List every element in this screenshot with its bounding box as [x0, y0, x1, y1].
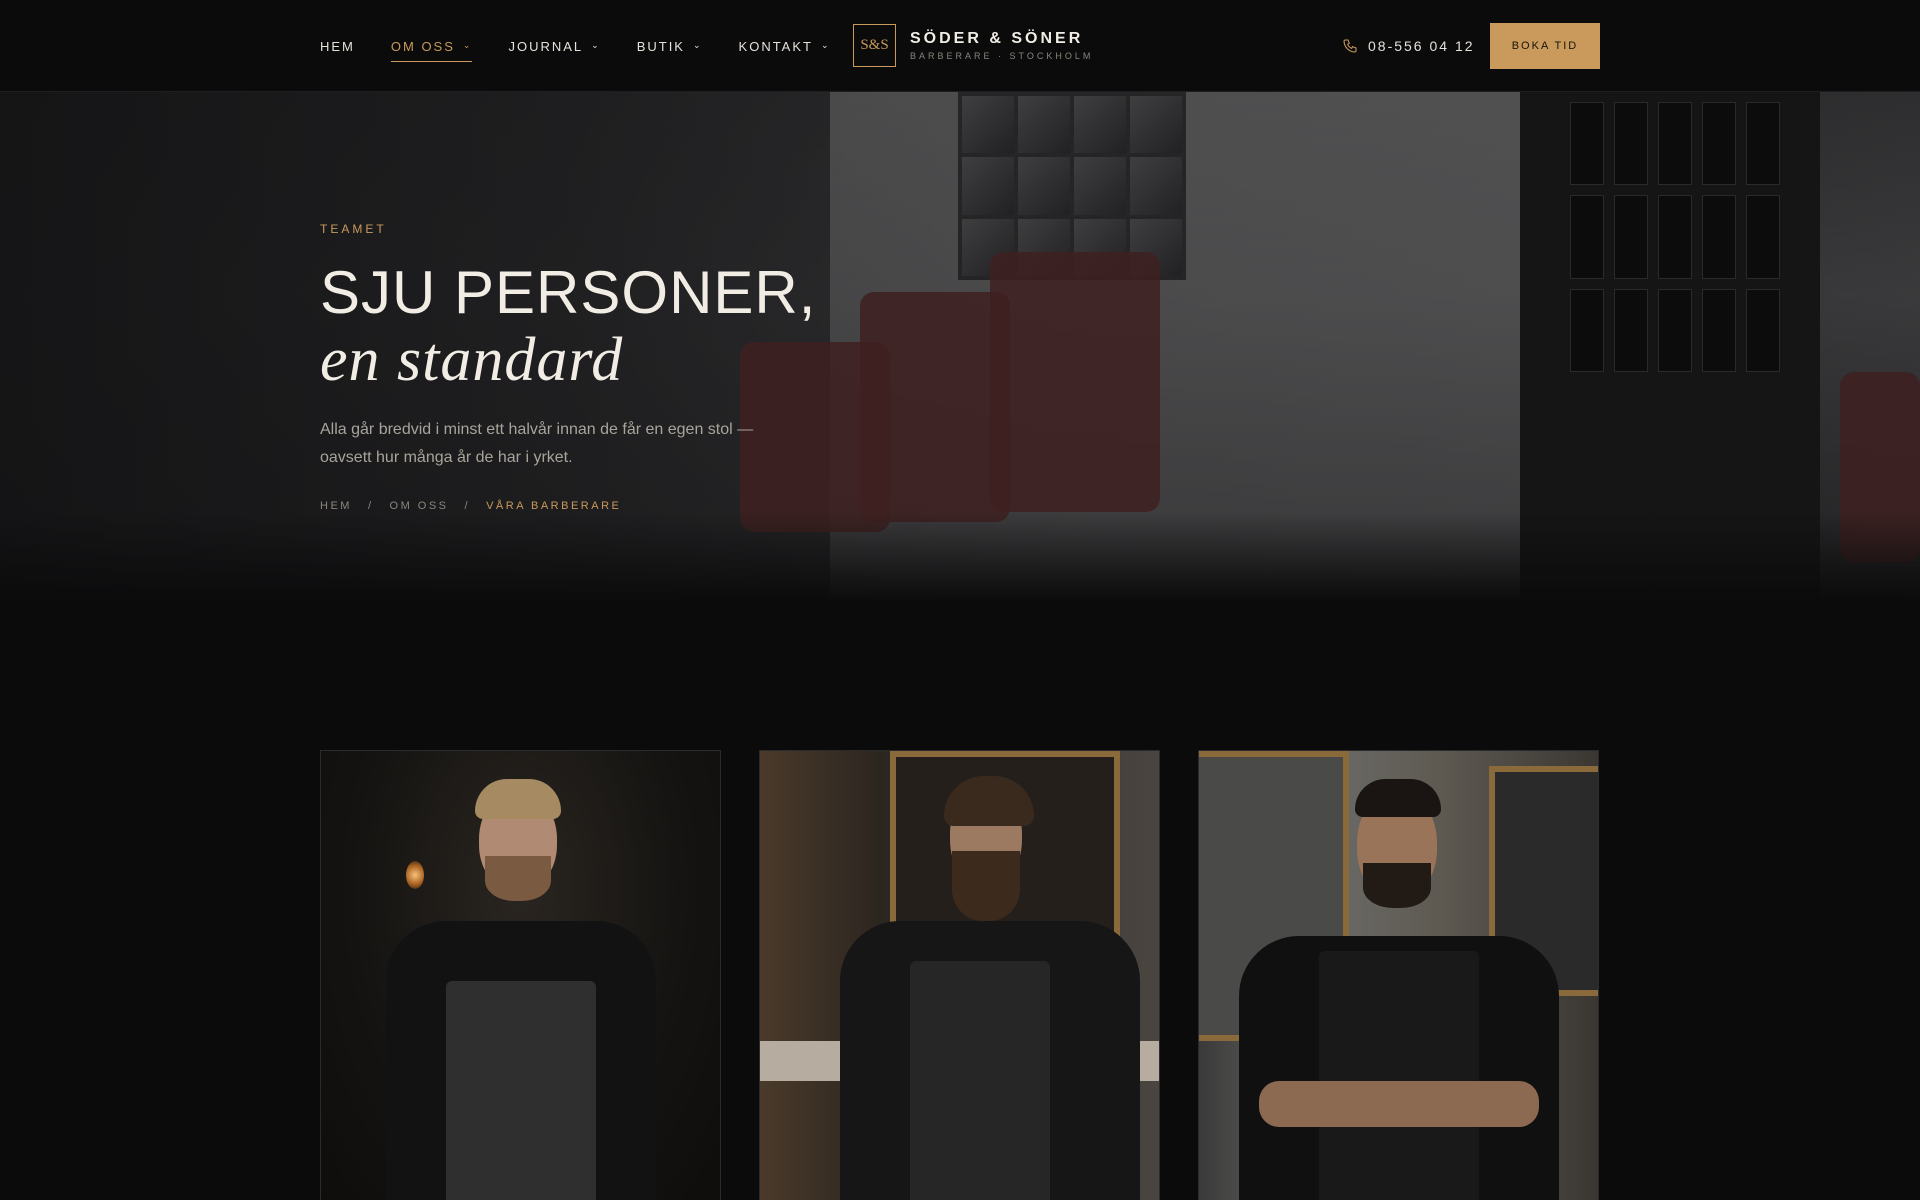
lamp-icon	[406, 861, 424, 889]
barber-card[interactable]	[320, 750, 721, 1200]
nav-item-label: JOURNAL	[508, 38, 584, 54]
chevron-down-icon: ⌄	[591, 39, 601, 50]
page-title: SJU PERSONER, en standard	[320, 259, 840, 395]
nav-item-journal[interactable]: JOURNAL ⌄	[508, 0, 600, 92]
nav-item-hem[interactable]: HEM	[320, 0, 355, 92]
nav-item-label: HEM	[320, 38, 355, 54]
book-appointment-button[interactable]: BOKA TID	[1490, 23, 1600, 69]
page-title-line1: SJU PERSONER,	[320, 259, 817, 326]
barber-card[interactable]	[1198, 750, 1599, 1200]
breadcrumb-current: VÅRA BARBERARE	[486, 500, 622, 512]
nav-item-kontakt[interactable]: KONTAKT ⌄	[739, 0, 831, 92]
nav-item-om-oss[interactable]: OM OSS ⌄	[390, 0, 473, 92]
hero-eyebrow: TEAMET	[320, 222, 387, 236]
breadcrumb-separator: /	[367, 500, 374, 512]
brand-logo[interactable]: S&S SÖDER & SÖNER BARBERARE · STOCKHOLM	[853, 24, 1093, 67]
phone-number: 08-556 04 12	[1368, 38, 1475, 54]
breadcrumb-separator: /	[464, 500, 471, 512]
nav-item-butik[interactable]: BUTIK ⌄	[637, 0, 703, 92]
chevron-down-icon: ⌄	[462, 39, 473, 50]
main-nav: HEM OM OSS ⌄ JOURNAL ⌄ BUTIK ⌄ KONTAKT ⌄	[320, 0, 867, 92]
brand-name: SÖDER & SÖNER	[910, 30, 1084, 47]
team-grid	[320, 750, 1600, 1200]
brand-tagline: BARBERARE · STOCKHOLM	[910, 51, 1094, 61]
nav-item-label: BUTIK	[636, 38, 685, 54]
nav-item-label: KONTAKT	[738, 38, 813, 54]
nav-item-label: OM OSS	[390, 38, 455, 54]
brand-text: SÖDER & SÖNER BARBERARE · STOCKHOLM	[910, 30, 1093, 61]
hero-section: TEAMET SJU PERSONER, en standard Alla gå…	[0, 92, 1920, 602]
breadcrumb-om-oss[interactable]: OM OSS	[390, 500, 449, 512]
breadcrumb: HEM / OM OSS / VÅRA BARBERARE	[320, 500, 840, 512]
page-title-line2: en standard	[320, 326, 624, 394]
barber-chair	[990, 252, 1160, 512]
hero-description: Alla går bredvid i minst ett halvår inna…	[320, 421, 754, 466]
breadcrumb-hem[interactable]: HEM	[320, 500, 352, 512]
phone-icon	[1343, 39, 1357, 53]
logo-mark: S&S	[853, 24, 896, 67]
barber-chair	[860, 292, 1010, 522]
barber-card[interactable]	[759, 750, 1160, 1200]
phone-link[interactable]: 08-556 04 12	[1342, 0, 1475, 92]
site-header: HEM OM OSS ⌄ JOURNAL ⌄ BUTIK ⌄ KONTAKT ⌄…	[0, 0, 1920, 92]
hero-content: TEAMET SJU PERSONER, en standard Alla gå…	[320, 222, 840, 512]
chevron-down-icon: ⌄	[820, 39, 831, 50]
chevron-down-icon: ⌄	[692, 39, 703, 50]
